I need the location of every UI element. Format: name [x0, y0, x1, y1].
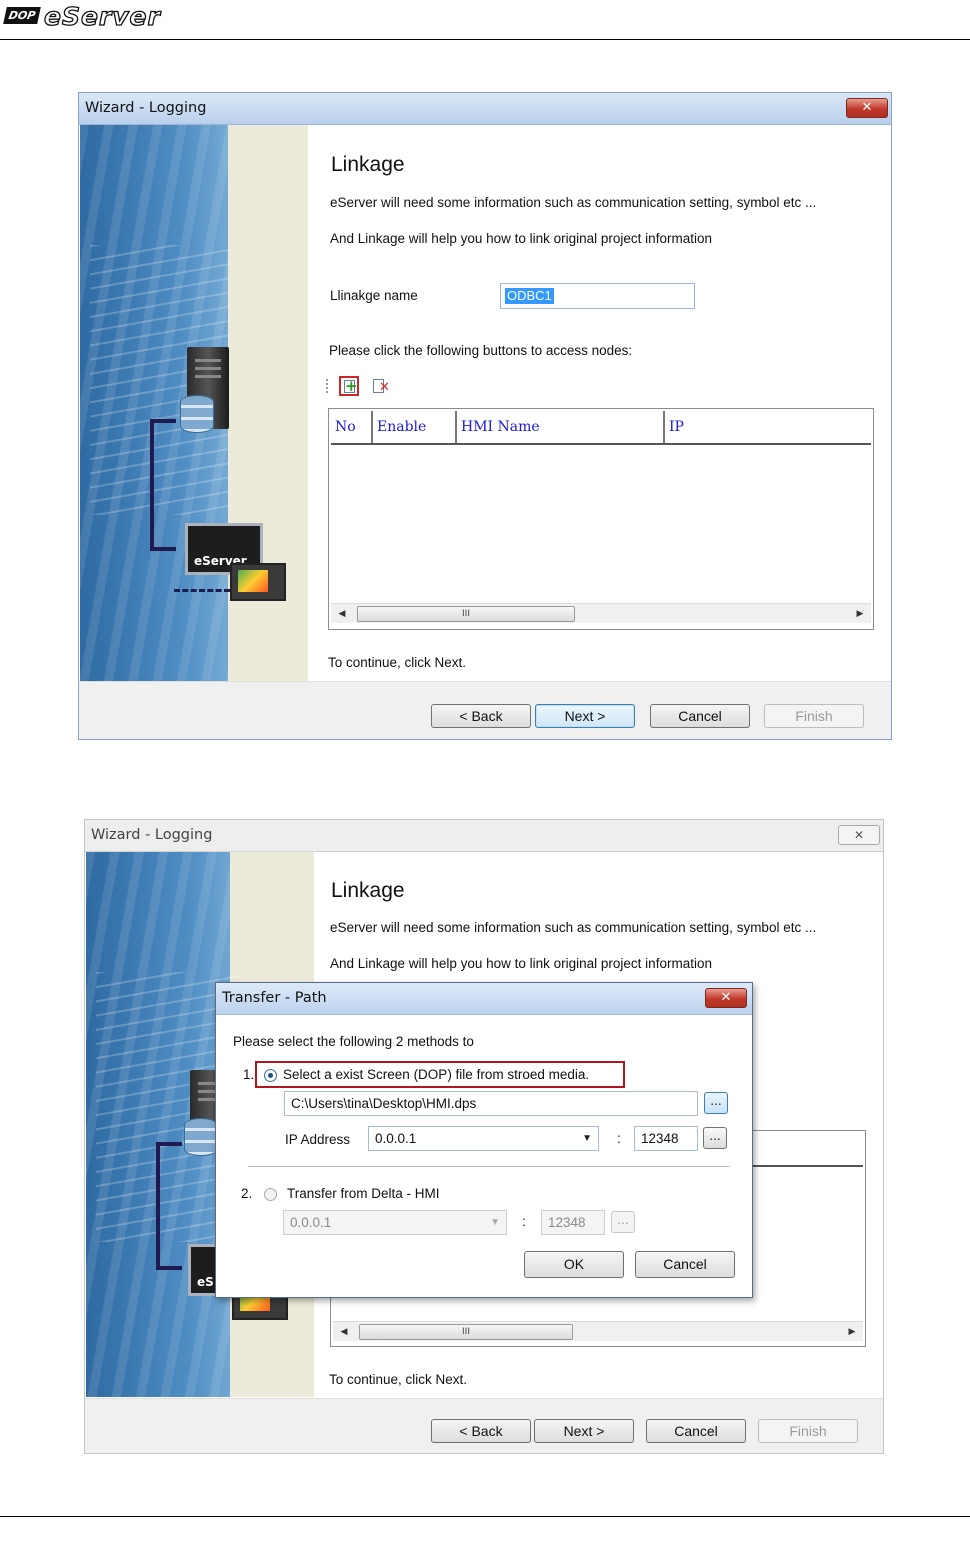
hmi-ip-value: 0.0.0.1: [290, 1215, 332, 1230]
hmi-browse-button[interactable]: ...: [611, 1211, 635, 1233]
linkage-name-label: Llinakge name: [330, 288, 418, 303]
monitor-label: eS: [197, 1275, 214, 1289]
transfer-path-dialog: Transfer - Path ✕ Please select the foll…: [215, 982, 753, 1298]
linkage-name-input[interactable]: ODBC1: [500, 283, 695, 309]
wizard-side-illustration: eServer: [80, 125, 308, 681]
column-header-enable[interactable]: Enable: [373, 411, 457, 443]
description-line-1: eServer will need some information such …: [330, 195, 817, 210]
option-1-radio[interactable]: [264, 1069, 277, 1082]
scroll-right-arrow-icon[interactable]: ▶: [843, 1322, 861, 1342]
port-separator: :: [617, 1131, 621, 1146]
page-header: DOP eServer: [0, 0, 970, 40]
wizard-button-bar: < Back Next > Cancel Finish: [85, 1398, 883, 1453]
scroll-thumb[interactable]: III: [359, 1324, 573, 1340]
plus-icon: +: [345, 377, 358, 395]
nodes-table: No Enable HMI Name IP ◀ III ▶: [328, 408, 874, 630]
cancel-button[interactable]: Cancel: [635, 1251, 735, 1278]
description-line-2: And Linkage will help you how to link or…: [330, 956, 712, 971]
option-2-radio[interactable]: [264, 1188, 277, 1201]
scroll-left-arrow-icon[interactable]: ◀: [335, 1322, 353, 1342]
option-1-label[interactable]: Select a exist Screen (DOP) file from st…: [283, 1067, 589, 1082]
page-heading: Linkage: [331, 879, 405, 902]
close-button[interactable]: ✕: [846, 98, 888, 118]
port-separator: :: [522, 1214, 526, 1229]
back-button[interactable]: < Back: [431, 1419, 531, 1443]
port-input[interactable]: 12348: [634, 1126, 698, 1151]
options-separator: [248, 1166, 730, 1167]
window-title: Wizard - Logging: [79, 93, 891, 125]
scroll-thumb[interactable]: III: [357, 606, 575, 622]
ok-button[interactable]: OK: [524, 1251, 624, 1278]
database-icon: [180, 395, 214, 433]
nodes-prompt: Please click the following buttons to ac…: [329, 343, 633, 358]
column-header-no[interactable]: No: [331, 411, 373, 443]
dop-logo: DOP: [3, 7, 41, 24]
scroll-right-arrow-icon[interactable]: ▶: [851, 604, 869, 624]
scroll-left-arrow-icon[interactable]: ◀: [333, 604, 351, 624]
table-header: No Enable HMI Name IP: [331, 411, 871, 445]
continue-hint: To continue, click Next.: [329, 1372, 468, 1387]
horizontal-scrollbar[interactable]: ◀ III ▶: [333, 1321, 863, 1341]
connection-bracket: [150, 419, 176, 551]
close-button[interactable]: ✕: [838, 825, 880, 845]
ip-address-label: IP Address: [285, 1132, 351, 1147]
add-node-button[interactable]: +: [339, 376, 359, 396]
ip-address-combo[interactable]: 0.0.0.1 ▼: [368, 1126, 599, 1151]
continue-hint: To continue, click Next.: [328, 655, 467, 670]
close-button[interactable]: ✕: [705, 988, 747, 1008]
next-button[interactable]: Next >: [534, 1419, 634, 1443]
description-line-2: And Linkage will help you how to link or…: [330, 231, 712, 246]
option-2-label[interactable]: Transfer from Delta - HMI: [287, 1186, 440, 1201]
delete-node-button[interactable]: ✕: [371, 377, 391, 397]
page-heading: Linkage: [331, 153, 405, 176]
finish-button[interactable]: Finish: [764, 704, 864, 728]
hmi-port-input[interactable]: 12348: [541, 1210, 605, 1235]
page-footer-rule: [0, 1516, 970, 1517]
hmi-ip-combo[interactable]: 0.0.0.1 ▼: [283, 1210, 507, 1235]
column-header-ip[interactable]: IP: [665, 411, 871, 443]
cancel-button[interactable]: Cancel: [650, 704, 750, 728]
horizontal-scrollbar[interactable]: ◀ III ▶: [331, 603, 871, 623]
dropdown-arrow-icon: ▼: [582, 1133, 592, 1144]
next-button[interactable]: Next >: [535, 704, 635, 728]
ip-browse-button[interactable]: ...: [703, 1127, 727, 1149]
file-path-input[interactable]: C:\Users\tina\Desktop\HMI.dps: [284, 1091, 698, 1116]
instruction-text: Please select the following 2 methods to: [233, 1034, 474, 1049]
toolbar-grip: [326, 379, 328, 395]
delete-x-icon: ✕: [379, 380, 390, 395]
wizard-button-bar: < Back Next > Cancel Finish: [79, 681, 891, 739]
option-1-number: 1.: [243, 1067, 255, 1082]
window-title: Wizard - Logging: [85, 820, 883, 852]
wizard-logging-window-1: Wizard - Logging ✕ eServer Linkage eServ…: [78, 92, 892, 740]
database-icon: [184, 1118, 218, 1156]
column-header-hmi-name[interactable]: HMI Name: [457, 411, 665, 443]
linkage-name-value: ODBC1: [505, 288, 554, 304]
finish-button[interactable]: Finish: [758, 1419, 858, 1443]
dialog-title: Transfer - Path: [216, 983, 752, 1015]
dropdown-arrow-icon: ▼: [490, 1217, 500, 1228]
cancel-button[interactable]: Cancel: [646, 1419, 746, 1443]
eserver-logo-text: eServer: [43, 1, 161, 31]
option-2-number: 2.: [241, 1186, 253, 1201]
dashed-link: [174, 589, 230, 592]
description-line-1: eServer will need some information such …: [330, 920, 817, 935]
ip-address-value: 0.0.0.1: [375, 1131, 417, 1146]
browse-file-button[interactable]: ...: [704, 1092, 728, 1114]
connection-bracket: [156, 1142, 182, 1270]
back-button[interactable]: < Back: [431, 704, 531, 728]
hmi-device-icon: [230, 563, 286, 601]
